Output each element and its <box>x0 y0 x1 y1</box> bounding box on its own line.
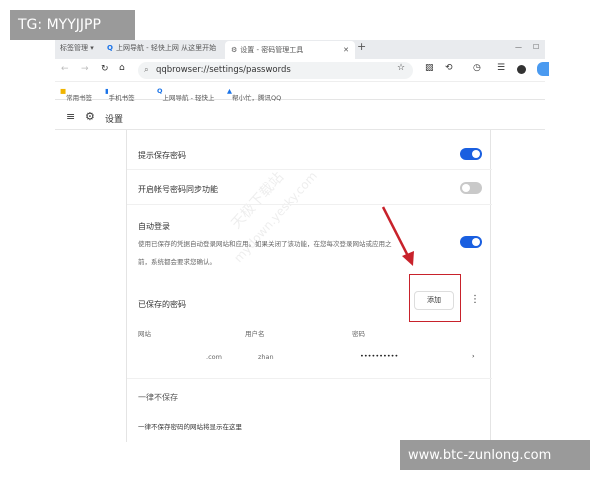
tg-overlay-label: TG: MYYJJPP <box>10 10 135 40</box>
site-overlay-label: www.btc-zunlong.com <box>400 440 590 470</box>
red-arrow-icon <box>381 206 414 266</box>
